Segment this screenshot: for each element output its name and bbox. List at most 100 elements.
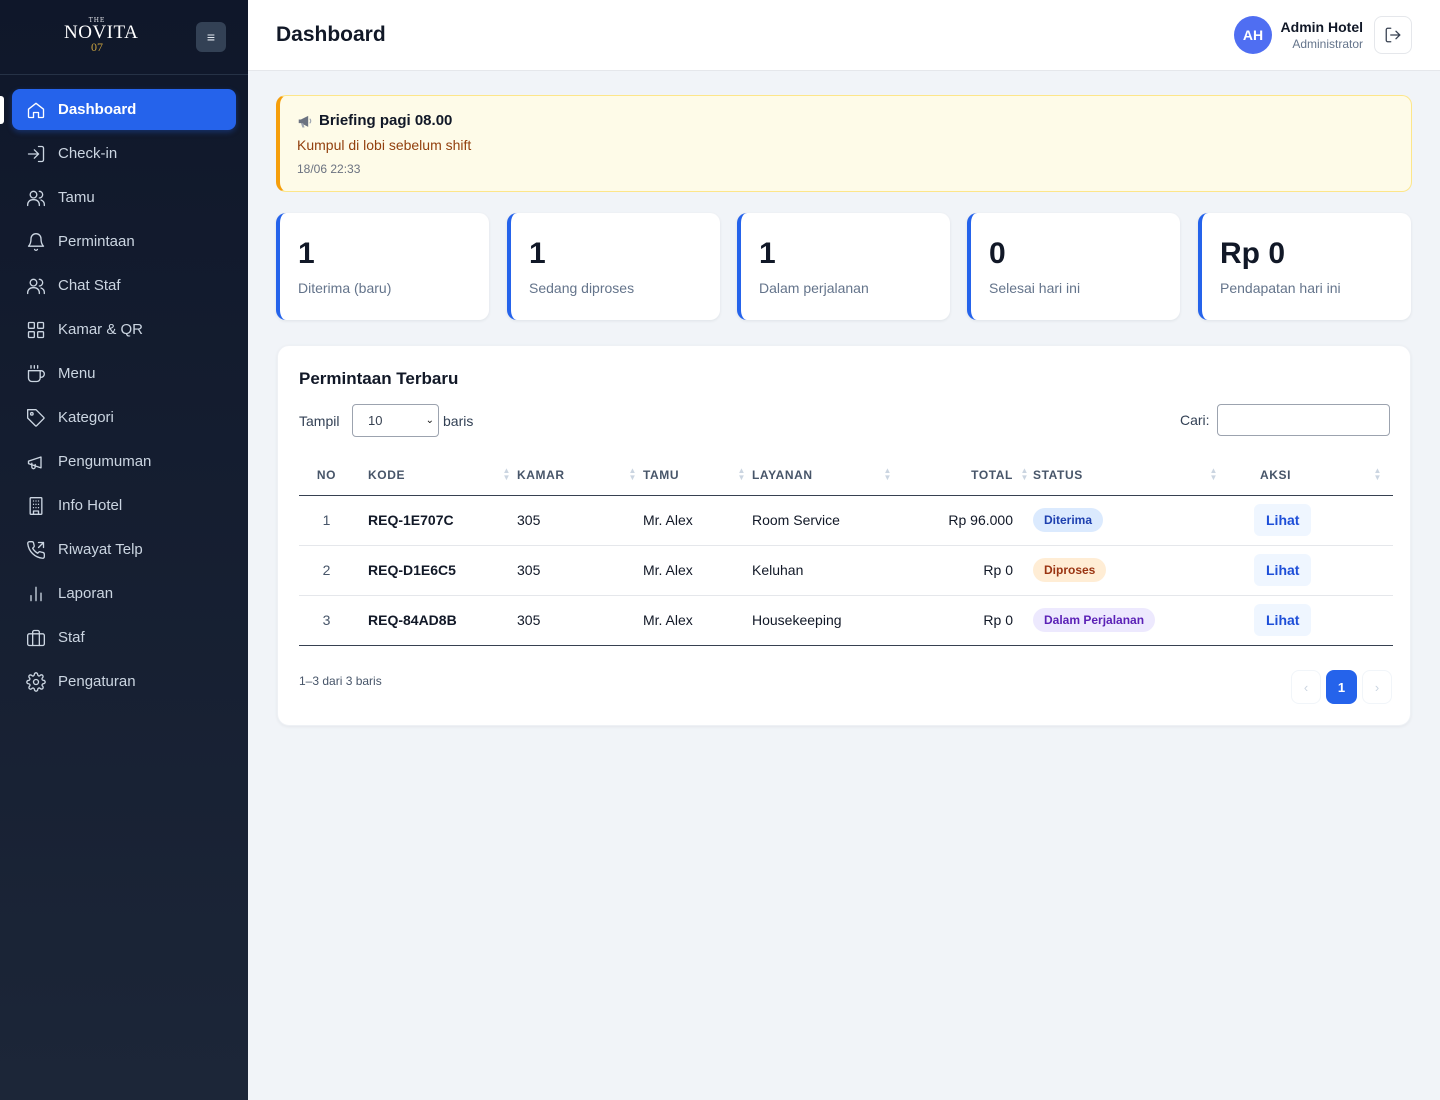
sidebar-item-tamu[interactable]: Tamu bbox=[12, 177, 236, 218]
sidebar-item-permintaan[interactable]: Permintaan bbox=[12, 221, 236, 262]
sidebar-item-menu[interactable]: Menu bbox=[12, 353, 236, 394]
sidebar-item-kamar-qr[interactable]: Kamar & QR bbox=[12, 309, 236, 350]
status-badge: Diproses bbox=[1033, 558, 1107, 582]
table-row: 2 REQ-D1E6C5 305 Mr. Alex Keluhan Rp 0 D… bbox=[299, 545, 1393, 596]
login-icon bbox=[27, 145, 45, 162]
sidebar-item-kategori[interactable]: Kategori bbox=[12, 397, 236, 438]
page-title: Dashboard bbox=[276, 23, 386, 46]
sidebar-item-chat-staf[interactable]: Chat Staf bbox=[12, 265, 236, 306]
col-header-label: TAMU bbox=[643, 467, 680, 482]
cell-kamar: 305 bbox=[517, 545, 643, 596]
user-role: Administrator bbox=[1292, 37, 1363, 51]
sidebar-item-label: Menu bbox=[58, 365, 96, 382]
table-row: 1 REQ-1E707C 305 Mr. Alex Room Service R… bbox=[299, 495, 1393, 546]
pagination-page-button[interactable]: 1 bbox=[1326, 670, 1357, 704]
stat-value: 1 bbox=[529, 237, 546, 270]
sidebar-item-pengumuman[interactable]: Pengumuman bbox=[12, 441, 236, 482]
requests-table: NO KODE ▲ ▼ KAMAR ▲ ▼ TAMU ▲ ▼ LAYANAN ▲ ▼ TOTAL… bbox=[299, 455, 1393, 646]
pagination-next-button[interactable]: › bbox=[1362, 670, 1392, 704]
active-marker bbox=[0, 96, 4, 124]
col-header-total[interactable]: TOTAL ▲ ▼ bbox=[902, 455, 1033, 496]
cell-kamar: 305 bbox=[517, 495, 643, 546]
sidebar-item-label: Laporan bbox=[58, 585, 114, 602]
sidebar-item-label: Check-in bbox=[58, 145, 118, 162]
cell-aksi: Lihat bbox=[1248, 495, 1393, 546]
avatar[interactable]: AH bbox=[1234, 16, 1272, 54]
sidebar: THE NOVITA 07 ≡ Dashboard Check-in Tamu … bbox=[0, 0, 248, 1100]
megaphone-icon bbox=[298, 115, 312, 128]
cell-total: Rp 0 bbox=[902, 595, 1033, 646]
user-name: Admin Hotel bbox=[1280, 19, 1363, 35]
users-icon bbox=[27, 278, 45, 294]
stat-label: Pendapatan hari ini bbox=[1220, 280, 1341, 296]
page-length-select[interactable]: 10 ⌄ bbox=[352, 404, 439, 437]
sidebar-item-riwayat-telp[interactable]: Riwayat Telp bbox=[12, 529, 236, 570]
table-row: 3 REQ-84AD8B 305 Mr. Alex Housekeeping R… bbox=[299, 595, 1393, 646]
sidebar-item-label: Chat Staf bbox=[58, 277, 121, 294]
search-input[interactable] bbox=[1217, 404, 1390, 436]
logout-button[interactable] bbox=[1374, 16, 1412, 54]
col-header-label: NO bbox=[316, 467, 337, 482]
sidebar-item-label: Pengumuman bbox=[58, 453, 152, 470]
stat-label: Sedang diproses bbox=[529, 280, 635, 296]
bar-chart-icon bbox=[30, 586, 42, 601]
stat-label: Selesai hari ini bbox=[989, 280, 1081, 296]
cell-total: Rp 96.000 bbox=[902, 495, 1033, 546]
stat-card-selesai: 0 Selesai hari ini bbox=[967, 213, 1180, 320]
sidebar-nav: Dashboard Check-in Tamu Permintaan Chat … bbox=[12, 89, 236, 705]
sidebar-item-label: Staf bbox=[58, 629, 85, 646]
menu-toggle-button[interactable]: ≡ bbox=[196, 22, 226, 52]
col-header-tamu[interactable]: TAMU ▲ ▼ bbox=[643, 455, 752, 496]
coffee-icon bbox=[27, 364, 45, 382]
tag-icon bbox=[27, 408, 45, 427]
stat-card-perjalanan: 1 Dalam perjalanan bbox=[737, 213, 950, 320]
table-header-row: NO KODE ▲ ▼ KAMAR ▲ ▼ TAMU ▲ ▼ LAYANAN ▲ ▼ TOTAL… bbox=[299, 455, 1393, 496]
cell-layanan: Keluhan bbox=[752, 545, 902, 596]
card-title: Permintaan Terbaru bbox=[299, 369, 459, 388]
view-button[interactable]: Lihat bbox=[1254, 604, 1312, 636]
cell-no: 3 bbox=[299, 595, 354, 646]
pagination-prev-button[interactable]: ‹ bbox=[1291, 670, 1321, 704]
sidebar-item-label: Dashboard bbox=[58, 101, 137, 118]
status-badge: Dalam Perjalanan bbox=[1033, 608, 1156, 632]
sidebar-item-label: Info Hotel bbox=[58, 497, 123, 514]
sidebar-item-label: Riwayat Telp bbox=[58, 541, 143, 558]
col-header-no[interactable]: NO bbox=[299, 455, 354, 496]
col-header-aksi[interactable]: AKSI ▲ ▼ bbox=[1248, 455, 1393, 496]
cell-aksi: Lihat bbox=[1248, 545, 1393, 596]
page-length-value: 10 bbox=[368, 413, 383, 428]
stat-value: 1 bbox=[759, 237, 776, 270]
sidebar-item-pengaturan[interactable]: Pengaturan bbox=[12, 661, 236, 702]
stat-card-diproses: 1 Sedang diproses bbox=[507, 213, 720, 320]
sidebar-item-label: Kategori bbox=[58, 409, 114, 426]
announcement-time: 18/06 22:33 bbox=[297, 162, 361, 176]
topbar: Dashboard AH Admin Hotel Administrator bbox=[248, 0, 1440, 71]
cell-status: Diterima bbox=[1033, 495, 1248, 546]
col-header-label: AKSI bbox=[1260, 467, 1292, 482]
cell-no: 1 bbox=[299, 495, 354, 546]
sidebar-item-label: Pengaturan bbox=[58, 673, 136, 690]
page-length-suffix: baris bbox=[443, 413, 474, 429]
sidebar-item-staf[interactable]: Staf bbox=[12, 617, 236, 658]
status-badge: Diterima bbox=[1033, 508, 1104, 532]
col-header-kamar[interactable]: KAMAR ▲ ▼ bbox=[517, 455, 643, 496]
col-header-kode[interactable]: KODE ▲ ▼ bbox=[354, 455, 517, 496]
sidebar-header: THE NOVITA 07 ≡ bbox=[0, 0, 248, 75]
col-header-status[interactable]: STATUS ▲ ▼ bbox=[1033, 455, 1248, 496]
cell-kamar: 305 bbox=[517, 595, 643, 646]
sidebar-item-label: Permintaan bbox=[58, 233, 135, 250]
sidebar-item-check-in[interactable]: Check-in bbox=[12, 133, 236, 174]
view-button[interactable]: Lihat bbox=[1254, 504, 1312, 536]
cell-layanan: Room Service bbox=[752, 495, 902, 546]
sidebar-item-dashboard[interactable]: Dashboard bbox=[12, 89, 236, 130]
sidebar-item-info-hotel[interactable]: Info Hotel bbox=[12, 485, 236, 526]
phone-icon bbox=[27, 540, 46, 559]
col-header-layanan[interactable]: LAYANAN ▲ ▼ bbox=[752, 455, 902, 496]
view-button[interactable]: Lihat bbox=[1254, 554, 1312, 586]
announcement-body: Kumpul di lobi sebelum shift bbox=[297, 137, 472, 153]
stat-label: Dalam perjalanan bbox=[759, 280, 869, 296]
sidebar-item-laporan[interactable]: Laporan bbox=[12, 573, 236, 614]
hotel-logo[interactable]: THE NOVITA 07 bbox=[64, 18, 138, 54]
users-icon bbox=[27, 190, 45, 206]
cell-layanan: Housekeeping bbox=[752, 595, 902, 646]
